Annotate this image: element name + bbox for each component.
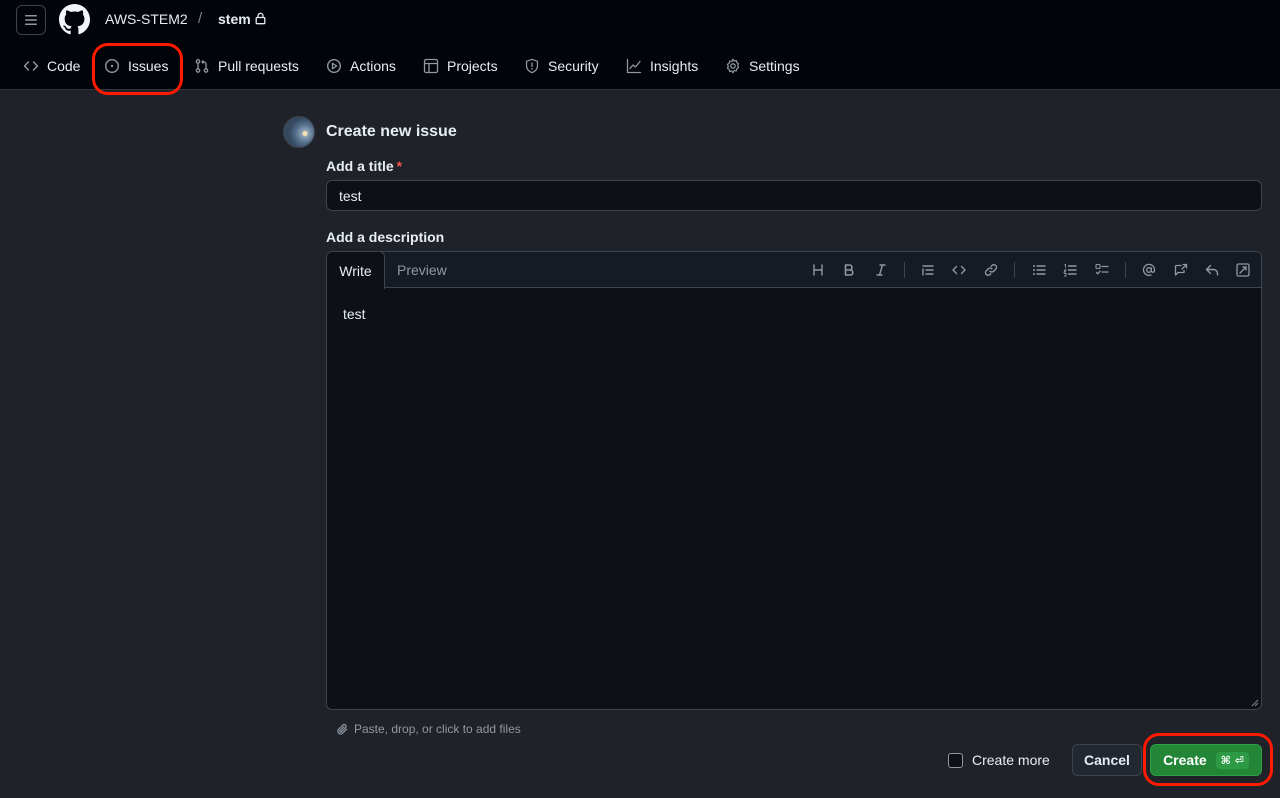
tab-insights[interactable]: Insights <box>626 48 698 84</box>
lock-icon <box>255 12 266 25</box>
link-button[interactable] <box>982 261 1000 279</box>
git-pull-request-icon <box>195 59 209 73</box>
title-input[interactable]: test <box>326 180 1262 211</box>
italic-button[interactable] <box>872 261 890 279</box>
bold-button[interactable] <box>840 261 858 279</box>
cross-reference-icon <box>1174 263 1188 276</box>
play-icon <box>326 58 342 74</box>
code-icon <box>23 61 39 71</box>
repo-nav: Code Issues Pull requests Actions Projec… <box>0 48 1280 86</box>
tab-pull-requests[interactable]: Pull requests <box>194 48 299 84</box>
attach-files-hint[interactable]: Paste, drop, or click to add files <box>336 722 521 736</box>
toolbar-divider <box>1125 262 1126 278</box>
ordered-list-button[interactable] <box>1061 261 1079 279</box>
editor-header: Write Preview <box>327 252 1261 289</box>
tab-label: Actions <box>350 58 396 74</box>
tab-preview[interactable]: Preview <box>397 252 447 288</box>
attach-hint-text: Paste, drop, or click to add files <box>354 722 521 736</box>
issues-highlight-ring <box>92 43 183 95</box>
tab-actions[interactable]: Actions <box>326 48 396 84</box>
italic-icon <box>876 264 886 276</box>
breadcrumb-owner[interactable]: AWS-STEM2 <box>105 11 188 27</box>
tab-write-label: Write <box>339 262 372 279</box>
tasklist-button[interactable] <box>1093 261 1111 279</box>
toolbar-divider <box>904 262 905 278</box>
avatar <box>283 116 315 148</box>
tab-write[interactable]: Write <box>327 252 385 289</box>
create-more-checkbox[interactable]: Create more <box>948 752 1050 768</box>
tab-label: Projects <box>447 58 498 74</box>
tab-preview-label: Preview <box>397 262 447 278</box>
ordered-list-icon <box>1063 263 1077 277</box>
cross-reference-button[interactable] <box>1172 261 1190 279</box>
cancel-button[interactable]: Cancel <box>1072 744 1142 776</box>
tab-label: Code <box>47 58 81 74</box>
paperclip-icon <box>337 723 348 735</box>
fullscreen-icon <box>1236 263 1250 277</box>
hamburger-menu-button[interactable] <box>16 5 46 35</box>
tab-label: Insights <box>650 58 699 74</box>
resize-grip-icon[interactable] <box>1251 699 1259 707</box>
title-input-value: test <box>339 187 362 204</box>
unordered-list-button[interactable] <box>1030 261 1048 279</box>
link-icon <box>984 264 998 276</box>
cancel-label: Cancel <box>1084 752 1130 768</box>
gear-icon <box>726 58 740 74</box>
table-icon <box>423 58 439 74</box>
toolbar-divider <box>1014 262 1015 278</box>
unordered-list-icon <box>1033 265 1046 275</box>
hamburger-icon <box>25 15 37 25</box>
tab-settings[interactable]: Settings <box>725 48 800 84</box>
tab-projects[interactable]: Projects <box>423 48 498 84</box>
code-icon <box>952 265 966 275</box>
fullscreen-button[interactable] <box>1234 261 1252 279</box>
heading-icon <box>813 264 823 276</box>
breadcrumb-repo[interactable]: stem <box>218 11 251 27</box>
tasklist-icon <box>1095 263 1109 275</box>
title-label-text: Add a title <box>326 158 394 174</box>
github-logo-icon[interactable] <box>59 4 90 35</box>
required-mark: * <box>396 158 403 174</box>
description-label: Add a description <box>326 229 445 245</box>
breadcrumb-separator: / <box>198 10 203 27</box>
tab-code[interactable]: Code <box>23 48 80 84</box>
page-title: Create new issue <box>326 123 457 140</box>
title-label: Add a title * <box>326 158 402 174</box>
create-more-label: Create more <box>972 752 1050 768</box>
tab-security[interactable]: Security <box>524 48 599 84</box>
heading-button[interactable] <box>809 261 827 279</box>
reply-button[interactable] <box>1203 261 1221 279</box>
tab-label: Security <box>548 58 599 74</box>
bold-icon <box>844 264 854 276</box>
tab-label: Settings <box>749 58 800 74</box>
quote-icon <box>922 265 934 276</box>
create-highlight-ring <box>1143 733 1273 786</box>
description-editor: Write Preview test <box>326 251 1262 710</box>
quote-button[interactable] <box>919 261 937 279</box>
shield-icon <box>525 58 539 74</box>
description-textarea[interactable]: test <box>343 306 366 322</box>
reply-icon <box>1205 264 1219 276</box>
mention-button[interactable] <box>1140 261 1158 279</box>
repo-header: AWS-STEM2 / stem Code Issues Pull reques… <box>0 0 1280 95</box>
tab-label: Pull requests <box>218 58 299 74</box>
mention-icon <box>1142 263 1156 277</box>
graph-icon <box>626 58 642 74</box>
checkbox[interactable] <box>948 752 963 768</box>
code-button[interactable] <box>950 261 968 279</box>
